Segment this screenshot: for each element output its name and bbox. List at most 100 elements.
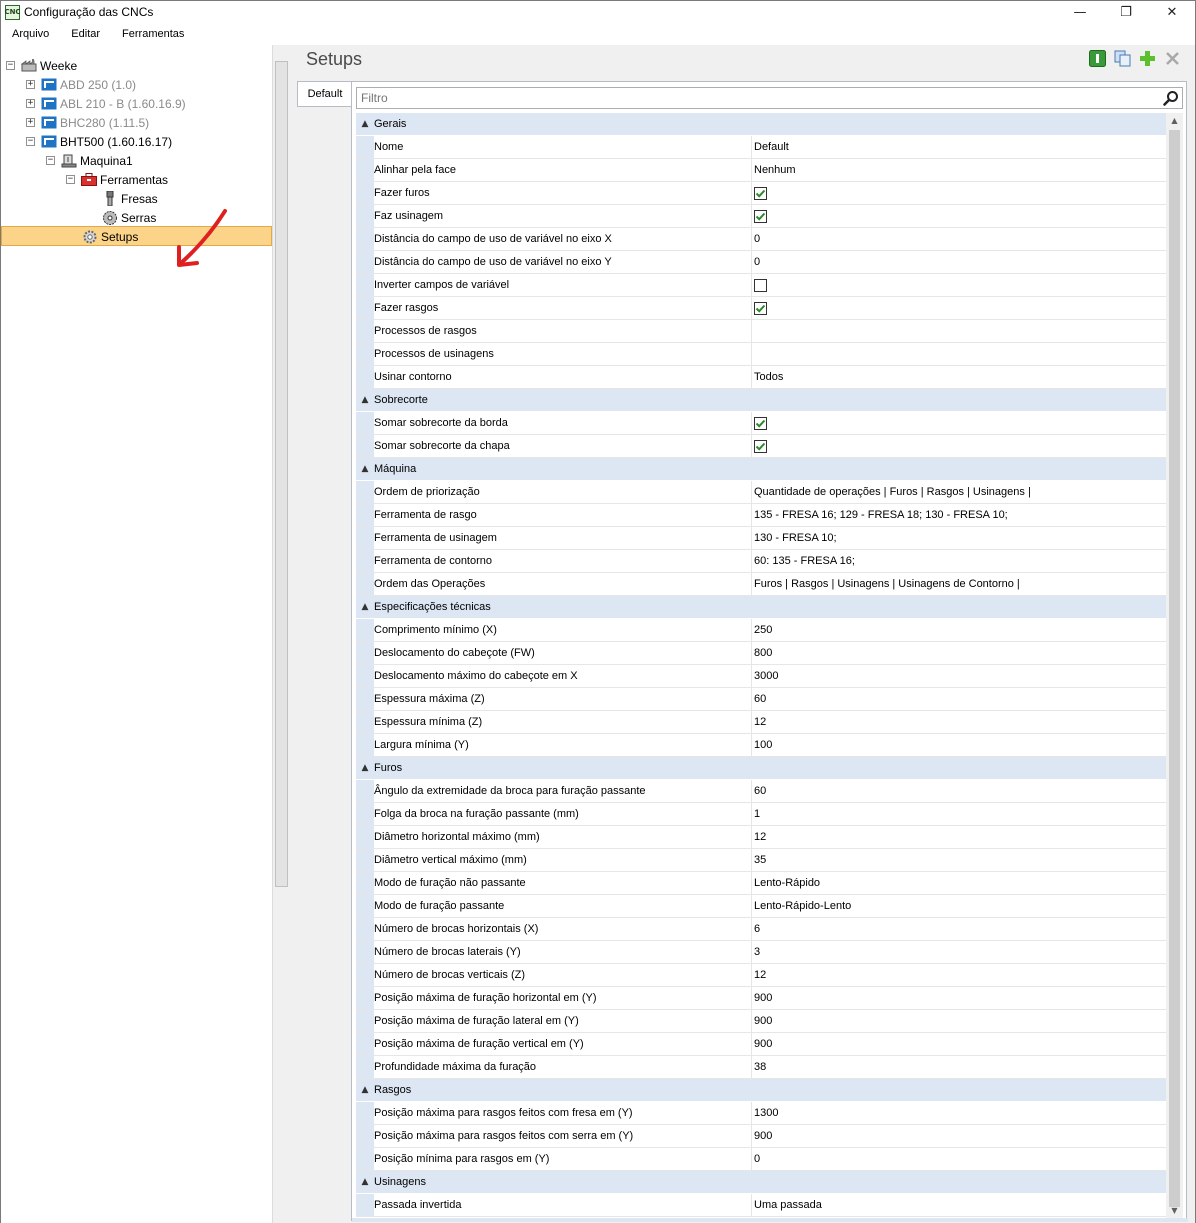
category-header[interactable]: ▲ Usinagens <box>356 1171 1166 1194</box>
collapse-chevron-icon[interactable]: ▲ <box>356 602 374 612</box>
property-row[interactable]: Espessura máxima (Z) 60 <box>356 688 1166 711</box>
property-row[interactable]: Inverter campos de variável <box>356 274 1166 297</box>
property-value[interactable]: 60 <box>752 688 1166 710</box>
grid-scrollbar[interactable]: ▲ ▼ <box>1166 113 1183 1218</box>
property-value[interactable]: 12 <box>752 964 1166 986</box>
property-value[interactable]: Furos | Rasgos | Usinagens | Usinagens d… <box>752 573 1166 595</box>
property-value[interactable]: 3000 <box>752 665 1166 687</box>
filter-input[interactable] <box>357 88 1157 108</box>
property-row[interactable]: Diâmetro vertical máximo (mm) 35 <box>356 849 1166 872</box>
property-value[interactable]: 1300 <box>752 1102 1166 1124</box>
restore-button[interactable]: ❐ <box>1103 1 1149 23</box>
scroll-down-arrow-icon[interactable]: ▼ <box>1166 1203 1183 1218</box>
property-row[interactable]: Posição máxima de furação vertical em (Y… <box>356 1033 1166 1056</box>
property-value[interactable] <box>752 412 1166 434</box>
category-header[interactable]: ▲ Máquina <box>356 458 1166 481</box>
property-value[interactable]: 130 - FRESA 10; <box>752 527 1166 549</box>
tree-item-ferramentas[interactable]: − Ferramentas <box>66 170 168 189</box>
property-row[interactable]: Comprimento mínimo (X) 250 <box>356 619 1166 642</box>
search-icon[interactable] <box>1163 90 1179 106</box>
expander-icon[interactable]: + <box>26 80 35 89</box>
tree-item-machine-1[interactable]: + ABD 250 (1.0) <box>26 75 136 94</box>
expander-icon[interactable]: + <box>26 99 35 108</box>
tree-item-setups[interactable]: Setups <box>82 227 138 246</box>
property-row[interactable]: Posição máxima para rasgos feitos com fr… <box>356 1102 1166 1125</box>
property-row[interactable]: Ordem de priorização Quantidade de operaç… <box>356 481 1166 504</box>
property-row[interactable]: Deslocamento máximo do cabeçote em X 3000 <box>356 665 1166 688</box>
property-row[interactable]: Somar sobrecorte da chapa <box>356 435 1166 458</box>
property-row[interactable]: Profundidade máxima da furação 38 <box>356 1056 1166 1079</box>
tree-item-machine-4[interactable]: − BHT500 (1.60.16.17) <box>26 132 172 151</box>
property-row[interactable]: Ordem das Operações Furos | Rasgos | Usin… <box>356 573 1166 596</box>
property-row[interactable]: Ferramenta de rasgo 135 - FRESA 16; 129 -… <box>356 504 1166 527</box>
scroll-up-arrow-icon[interactable]: ▲ <box>1166 113 1183 128</box>
property-value[interactable] <box>752 297 1166 319</box>
checkbox-unchecked[interactable] <box>754 278 767 292</box>
property-row[interactable]: Processos de rasgos <box>356 320 1166 343</box>
property-value[interactable]: 3 <box>752 941 1166 963</box>
property-value[interactable]: 900 <box>752 1033 1166 1055</box>
property-value[interactable] <box>752 343 1166 365</box>
property-value[interactable] <box>752 435 1166 457</box>
property-value[interactable]: 60: 135 - FRESA 16; <box>752 550 1166 572</box>
property-row[interactable]: Alinhar pela face Nenhum <box>356 159 1166 182</box>
property-value[interactable]: 12 <box>752 711 1166 733</box>
close-window-button[interactable]: ✕ <box>1149 1 1195 23</box>
property-value[interactable]: Uma passada <box>752 1194 1166 1216</box>
category-header[interactable]: ▲ Especificações técnicas <box>356 596 1166 619</box>
property-row[interactable]: Ângulo da extremidade da broca para fura… <box>356 780 1166 803</box>
checkbox-checked[interactable] <box>754 209 767 223</box>
tree-item-maquina1[interactable]: − Maquina1 <box>46 151 133 170</box>
property-row[interactable]: Posição mínima para rasgos em (Y) 0 <box>356 1148 1166 1171</box>
property-row[interactable]: Fazer furos <box>356 182 1166 205</box>
property-row[interactable]: Folga da broca na furação passante (mm) 1 <box>356 803 1166 826</box>
expander-icon[interactable]: − <box>26 137 35 146</box>
property-value[interactable]: 1 <box>752 803 1166 825</box>
property-row[interactable]: Número de brocas laterais (Y) 3 <box>356 941 1166 964</box>
copy-icon[interactable] <box>1114 50 1131 67</box>
delete-icon[interactable] <box>1164 50 1181 67</box>
checkbox-checked[interactable] <box>754 439 767 453</box>
grid-bottom-splitter[interactable] <box>352 1218 1188 1222</box>
grid-scrollbar-thumb[interactable] <box>1169 130 1180 1207</box>
property-row[interactable]: Largura mínima (Y) 100 <box>356 734 1166 757</box>
collapse-chevron-icon[interactable]: ▲ <box>356 763 374 773</box>
property-value[interactable]: 0 <box>752 1148 1166 1170</box>
tree-item-machine-2[interactable]: + ABL 210 - B (1.60.16.9) <box>26 94 186 113</box>
category-header[interactable]: ▲ Gerais <box>356 113 1166 136</box>
menu-editar[interactable]: Editar <box>60 28 111 40</box>
expander-icon[interactable]: + <box>26 118 35 127</box>
property-value[interactable]: 35 <box>752 849 1166 871</box>
add-icon[interactable] <box>1139 50 1156 67</box>
property-row[interactable]: Ferramenta de usinagem 130 - FRESA 10; <box>356 527 1166 550</box>
property-value[interactable]: Todos <box>752 366 1166 388</box>
property-row[interactable]: Usinar contorno Todos <box>356 366 1166 389</box>
property-value[interactable]: 800 <box>752 642 1166 664</box>
category-header[interactable]: ▲ Furos <box>356 757 1166 780</box>
tree-item-weeke[interactable]: − Weeke <box>6 56 77 75</box>
info-icon[interactable] <box>1089 50 1106 67</box>
category-header[interactable]: ▲ Rasgos <box>356 1079 1166 1102</box>
property-row[interactable]: Ferramenta de contorno 60: 135 - FRESA 16… <box>356 550 1166 573</box>
property-value[interactable] <box>752 320 1166 342</box>
property-value[interactable]: 900 <box>752 987 1166 1009</box>
property-row[interactable]: Espessura mínima (Z) 12 <box>356 711 1166 734</box>
checkbox-checked[interactable] <box>754 301 767 315</box>
property-row[interactable]: Faz usinagem <box>356 205 1166 228</box>
property-value[interactable]: 900 <box>752 1010 1166 1032</box>
expander-icon[interactable]: − <box>66 175 75 184</box>
property-value[interactable]: 38 <box>752 1056 1166 1078</box>
expander-icon[interactable]: − <box>46 156 55 165</box>
collapse-chevron-icon[interactable]: ▲ <box>356 1085 374 1095</box>
property-row[interactable]: Diâmetro horizontal máximo (mm) 12 <box>356 826 1166 849</box>
category-header[interactable]: ▲ Sobrecorte <box>356 389 1166 412</box>
property-row[interactable]: Posição máxima de furação lateral em (Y)… <box>356 1010 1166 1033</box>
property-value[interactable]: Default <box>752 136 1166 158</box>
property-value[interactable]: Quantidade de operações | Furos | Rasgos… <box>752 481 1166 503</box>
property-value[interactable]: 900 <box>752 1125 1166 1147</box>
tree-scrollbar[interactable] <box>272 45 290 1223</box>
property-value[interactable]: 100 <box>752 734 1166 756</box>
property-value[interactable]: 250 <box>752 619 1166 641</box>
property-row[interactable]: Posição máxima de furação horizontal em … <box>356 987 1166 1010</box>
property-row[interactable]: Modo de furação passante Lento-Rápido-Len… <box>356 895 1166 918</box>
